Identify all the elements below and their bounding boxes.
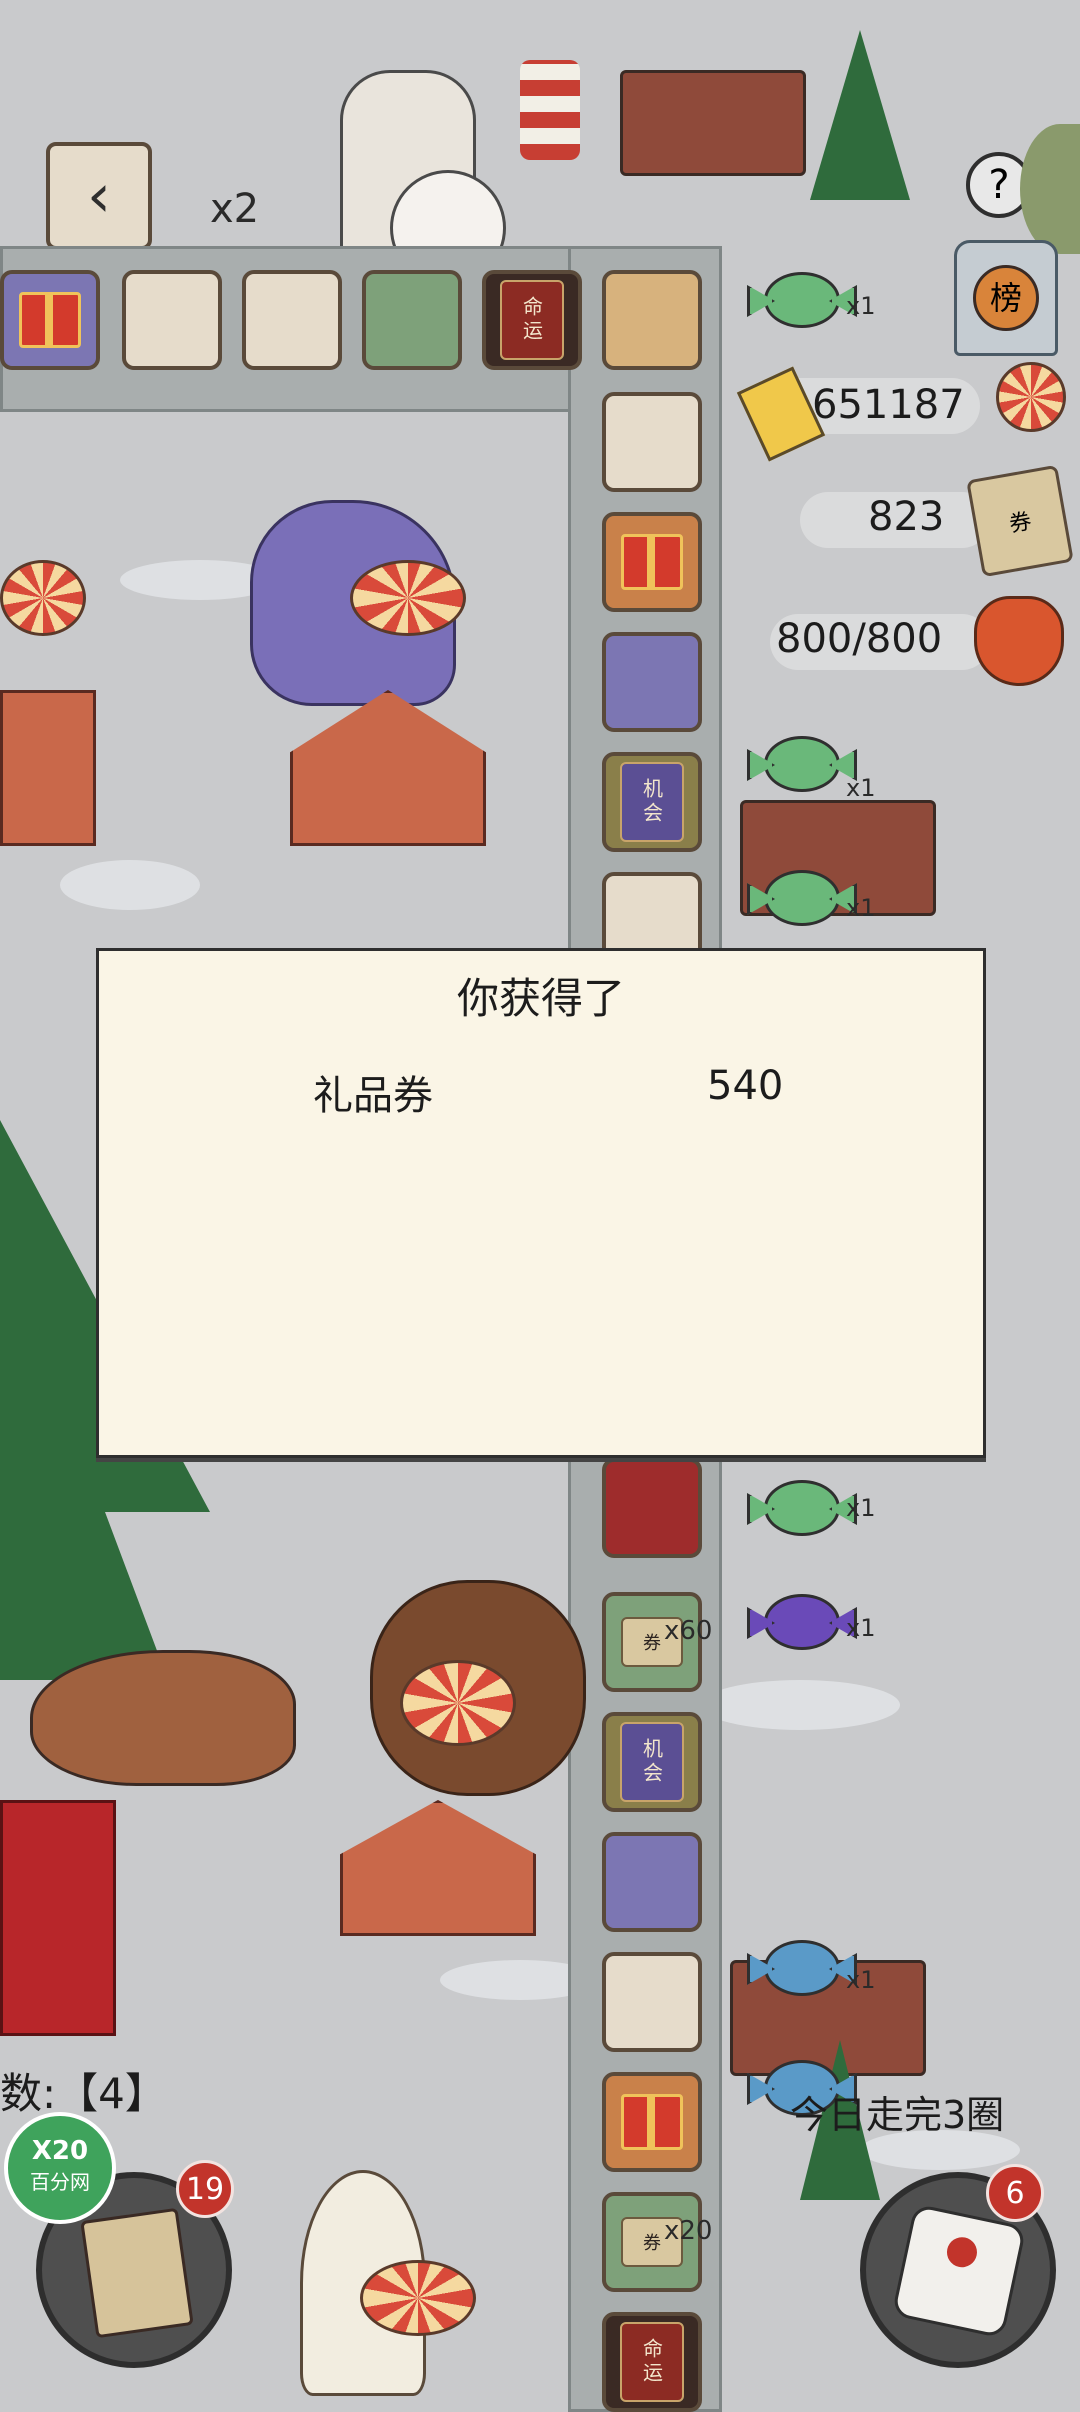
chevron-left-icon: ‹ xyxy=(87,161,111,231)
candy-icon xyxy=(764,870,840,926)
lollipop-icon xyxy=(0,560,86,636)
board-tile-fate: 命运 xyxy=(602,2312,702,2412)
board-tile xyxy=(602,1952,702,2052)
board-tile xyxy=(602,632,702,732)
candy-icon xyxy=(764,736,840,792)
candy-count: x1 xyxy=(846,292,876,320)
candy-count: x1 xyxy=(846,894,876,922)
reindeer-plush xyxy=(30,1650,296,1786)
lollipop-icon xyxy=(400,1660,516,1746)
snow-patch xyxy=(700,1680,900,1730)
board-tile xyxy=(602,1458,702,1558)
board-tile xyxy=(0,270,100,370)
cabin-top xyxy=(620,70,806,176)
daily-goal-label: 今日走完3圈 xyxy=(790,2093,1005,2137)
leaderboard-icon: 榜 xyxy=(973,265,1039,331)
gift-box-icon xyxy=(621,2094,683,2150)
board-tile xyxy=(122,270,222,370)
leaderboard-button[interactable]: 榜 xyxy=(954,240,1058,356)
board-tile-gift xyxy=(602,2072,702,2172)
board-tile-chance: 机会 xyxy=(602,752,702,852)
gift-box-icon xyxy=(621,534,683,590)
candy-icon xyxy=(764,1940,840,1996)
reward-value: 540 xyxy=(707,1063,784,1109)
dialog-title: 你获得了 xyxy=(456,974,625,1023)
candy-house xyxy=(340,1800,536,1936)
board-tile xyxy=(242,270,342,370)
back-button[interactable]: ‹ xyxy=(46,142,152,250)
board-tile-chance: 机会 xyxy=(602,1712,702,1812)
gift-box-icon xyxy=(19,292,81,348)
dice-badge: 6 xyxy=(986,2164,1044,2222)
candy-icon xyxy=(764,1594,840,1650)
tile-count: x20 xyxy=(664,2216,713,2246)
tile-count: x60 xyxy=(664,1616,713,1646)
watermark-top-text: X20 xyxy=(31,2136,89,2166)
cards-icon xyxy=(80,2207,194,2339)
candy-count: x1 xyxy=(846,1494,876,1522)
big-gift-box xyxy=(0,1800,116,2036)
board-tile-gift xyxy=(602,512,702,612)
stocking-icon xyxy=(520,60,580,160)
candy-icon xyxy=(764,272,840,328)
lollipop-icon xyxy=(996,362,1066,432)
lollipop-icon xyxy=(360,2260,476,2336)
reward-row: 礼品券 540 xyxy=(99,1051,983,1129)
lucky-bag-icon xyxy=(974,596,1064,686)
board-tile xyxy=(602,270,702,370)
candy-currency-value: 651187 xyxy=(812,382,965,428)
stamina-value: 800/800 xyxy=(776,616,943,662)
dice-count-label: 数:【4】 xyxy=(0,2069,167,2118)
board-tile xyxy=(362,270,462,370)
board-tile xyxy=(602,1832,702,1932)
candy-house xyxy=(290,690,486,846)
chance-book-icon: 机会 xyxy=(620,762,684,842)
cards-badge: 19 xyxy=(176,2160,234,2218)
board-tile xyxy=(602,392,702,492)
candy-icon xyxy=(764,1480,840,1536)
chance-book-icon: 机会 xyxy=(620,1722,684,1802)
fate-book-icon: 命运 xyxy=(620,2322,684,2402)
pine-tree-top xyxy=(810,30,910,200)
watermark-logo: X20 百分网 xyxy=(4,2112,116,2224)
watermark-bottom-text: 百分网 xyxy=(30,2170,90,2194)
fate-book-icon: 命运 xyxy=(500,280,564,360)
candy-count: x1 xyxy=(846,774,876,802)
candy-count: x1 xyxy=(846,1966,876,1994)
reward-name: 礼品券 xyxy=(313,1073,433,1119)
candy-house xyxy=(0,690,96,846)
reward-dialog[interactable]: 你获得了 礼品券 540 xyxy=(96,948,986,1458)
snow-patch xyxy=(60,860,200,910)
multiplier-label: x2 xyxy=(210,186,260,232)
coupon-scroll-icon: 券 xyxy=(966,464,1074,578)
coupon-value: 823 xyxy=(868,494,945,540)
candy-count: x1 xyxy=(846,1614,876,1642)
board-tile-fate: 命运 xyxy=(482,270,582,370)
android-float-icon[interactable] xyxy=(1020,124,1080,254)
dice-icon xyxy=(891,2203,1027,2339)
lollipop-icon xyxy=(350,560,466,636)
